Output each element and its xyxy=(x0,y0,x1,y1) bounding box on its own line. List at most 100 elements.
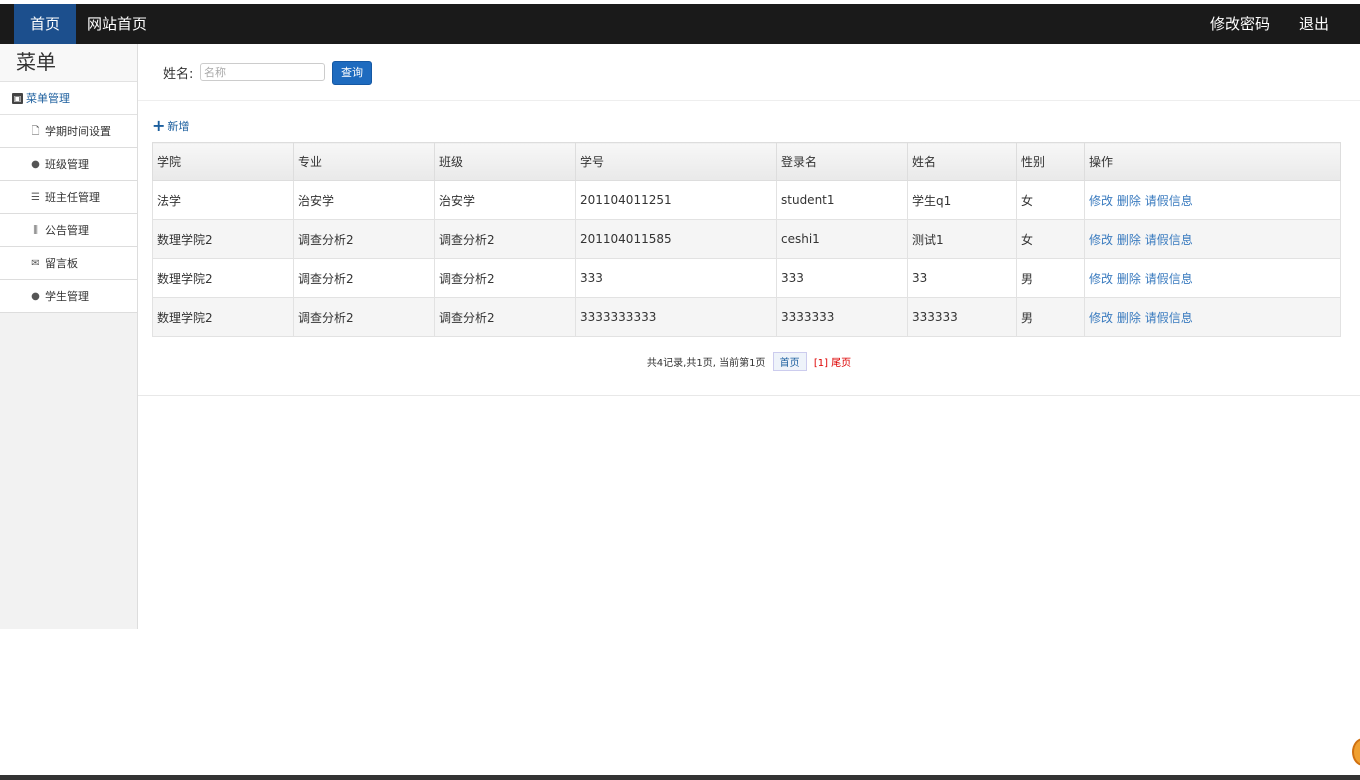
actions-cell: 修改 删除 请假信息 xyxy=(1084,219,1341,259)
sidebar-item-semester[interactable]: 🗋 学期时间设置 xyxy=(0,115,137,148)
delete-link[interactable]: 删除 xyxy=(1117,272,1141,286)
page-number-link[interactable]: [1] xyxy=(814,358,828,369)
nav-logout[interactable]: 退出 xyxy=(1290,4,1338,44)
table-row: 法学 治安学 治安学 201104011251 student1 学生q1 女 … xyxy=(152,180,1341,220)
table-cell: 治安学 xyxy=(293,180,435,220)
sidebar-item-label: 公告管理 xyxy=(45,223,89,237)
plus-icon: + xyxy=(152,116,166,135)
sidebar-group-menu-management[interactable]: ▣ 菜单管理 xyxy=(0,82,137,115)
edit-link[interactable]: 修改 xyxy=(1089,233,1113,247)
column-header: 操作 xyxy=(1084,142,1341,181)
table-cell: 男 xyxy=(1016,297,1085,337)
nav-change-password[interactable]: 修改密码 xyxy=(1204,4,1276,44)
column-header: 专业 xyxy=(293,142,435,181)
taskbar-edge xyxy=(0,775,1360,780)
actions-cell: 修改 删除 请假信息 xyxy=(1084,297,1341,337)
table-row: 数理学院2 调查分析2 调查分析2 333 333 33 男 修改 删除 请假信… xyxy=(152,258,1341,298)
table-cell: 数理学院2 xyxy=(152,219,294,259)
column-header: 学号 xyxy=(575,142,777,181)
sidebar-item-message-board[interactable]: ✉ 留言板 xyxy=(0,247,137,280)
leave-info-link[interactable]: 请假信息 xyxy=(1145,311,1193,325)
sidebar-item-class[interactable]: ● 班级管理 xyxy=(0,148,137,181)
edit-link[interactable]: 修改 xyxy=(1089,311,1113,325)
table-row: 数理学院2 调查分析2 调查分析2 201104011585 ceshi1 测试… xyxy=(152,219,1341,259)
menu-box-icon: ▣ xyxy=(12,92,23,104)
table-cell: 调查分析2 xyxy=(293,297,435,337)
column-header: 性别 xyxy=(1016,142,1085,181)
top-nav-bar: 首页 网站首页 修改密码 退出 xyxy=(0,0,1360,44)
sidebar: 菜单 ▣ 菜单管理 🗋 学期时间设置 ● 班级管理 ☰ 班主任管理 ⫼ 公告管理… xyxy=(0,44,138,629)
name-search-input[interactable] xyxy=(200,63,325,81)
table-cell: 333 xyxy=(776,258,908,298)
table-cell: 调查分析2 xyxy=(434,219,576,259)
table-cell: 女 xyxy=(1016,219,1085,259)
add-button[interactable]: + 新增 xyxy=(152,118,189,134)
envelope-icon: ✉ xyxy=(31,257,40,269)
table-cell: 3333333333 xyxy=(575,297,777,337)
table-cell: 201104011251 xyxy=(575,180,777,220)
edit-link[interactable]: 修改 xyxy=(1089,272,1113,286)
sidebar-item-label: 班主任管理 xyxy=(45,190,100,204)
sidebar-item-label: 学期时间设置 xyxy=(45,124,111,138)
sidebar-item-notice[interactable]: ⫼ 公告管理 xyxy=(0,214,137,247)
sidebar-item-label: 班级管理 xyxy=(45,157,89,171)
table-cell: 学生q1 xyxy=(907,180,1017,220)
column-header: 姓名 xyxy=(907,142,1017,181)
table-cell: 法学 xyxy=(152,180,294,220)
sidebar-item-label: 留言板 xyxy=(45,256,78,270)
first-page-button[interactable]: 首页 xyxy=(772,352,807,371)
table-cell: 数理学院2 xyxy=(152,297,294,337)
pagination-summary: 共4记录,共1页, 当前第1页 xyxy=(646,358,766,369)
table-cell: student1 xyxy=(776,180,908,220)
table-cell: 33 xyxy=(907,258,1017,298)
student-table: 学院 专业 班级 学号 登录名 姓名 性别 操作 法学 治安学 治安学 2011… xyxy=(152,142,1341,337)
table-header-row: 学院 专业 班级 学号 登录名 姓名 性别 操作 xyxy=(152,142,1341,181)
add-label: 新增 xyxy=(167,120,190,133)
column-header: 学院 xyxy=(152,142,294,181)
table-cell: 数理学院2 xyxy=(152,258,294,298)
sidebar-item-student[interactable]: ● 学生管理 xyxy=(0,280,137,313)
nav-home[interactable]: 首页 xyxy=(14,4,76,44)
leave-info-link[interactable]: 请假信息 xyxy=(1145,233,1193,247)
sidebar-group-label: 菜单管理 xyxy=(26,91,70,105)
floating-widget-icon[interactable] xyxy=(1352,738,1360,766)
delete-link[interactable]: 删除 xyxy=(1117,194,1141,208)
file-icon: 🗋 xyxy=(31,125,40,137)
pagination: 共4记录,共1页, 当前第1页 首页 [1] 尾页 xyxy=(138,352,1360,371)
books-icon: ⫼ xyxy=(33,224,38,236)
main-content: 姓名: 查询 + 新增 学院 专业 班级 学号 登录名 姓名 性别 操作 法学 … xyxy=(138,44,1360,396)
search-bar: 姓名: 查询 xyxy=(138,44,1360,101)
table-cell: 调查分析2 xyxy=(293,258,435,298)
actions-cell: 修改 删除 请假信息 xyxy=(1084,258,1341,298)
table-cell: 333 xyxy=(575,258,777,298)
sidebar-item-label: 学生管理 xyxy=(45,289,89,303)
list-icon: ☰ xyxy=(31,191,40,203)
last-page-link[interactable]: 尾页 xyxy=(831,358,851,369)
table-cell: 测试1 xyxy=(907,219,1017,259)
comment-icon: ● xyxy=(31,290,40,302)
sidebar-title: 菜单 xyxy=(0,44,137,82)
comment-icon: ● xyxy=(31,158,40,170)
leave-info-link[interactable]: 请假信息 xyxy=(1145,272,1193,286)
search-label: 姓名: xyxy=(163,67,194,82)
table-cell: 333333 xyxy=(907,297,1017,337)
table-cell: 3333333 xyxy=(776,297,908,337)
column-header: 班级 xyxy=(434,142,576,181)
delete-link[interactable]: 删除 xyxy=(1117,311,1141,325)
table-cell: 治安学 xyxy=(434,180,576,220)
edit-link[interactable]: 修改 xyxy=(1089,194,1113,208)
delete-link[interactable]: 删除 xyxy=(1117,233,1141,247)
table-cell: 调查分析2 xyxy=(434,258,576,298)
table-cell: 女 xyxy=(1016,180,1085,220)
search-button[interactable]: 查询 xyxy=(332,61,372,85)
table-row: 数理学院2 调查分析2 调查分析2 3333333333 3333333 333… xyxy=(152,297,1341,337)
table-cell: 调查分析2 xyxy=(293,219,435,259)
leave-info-link[interactable]: 请假信息 xyxy=(1145,194,1193,208)
table-cell: 男 xyxy=(1016,258,1085,298)
table-cell: ceshi1 xyxy=(776,219,908,259)
nav-site-home[interactable]: 网站首页 xyxy=(84,4,150,44)
table-cell: 调查分析2 xyxy=(434,297,576,337)
table-cell: 201104011585 xyxy=(575,219,777,259)
sidebar-item-head-teacher[interactable]: ☰ 班主任管理 xyxy=(0,181,137,214)
actions-cell: 修改 删除 请假信息 xyxy=(1084,180,1341,220)
